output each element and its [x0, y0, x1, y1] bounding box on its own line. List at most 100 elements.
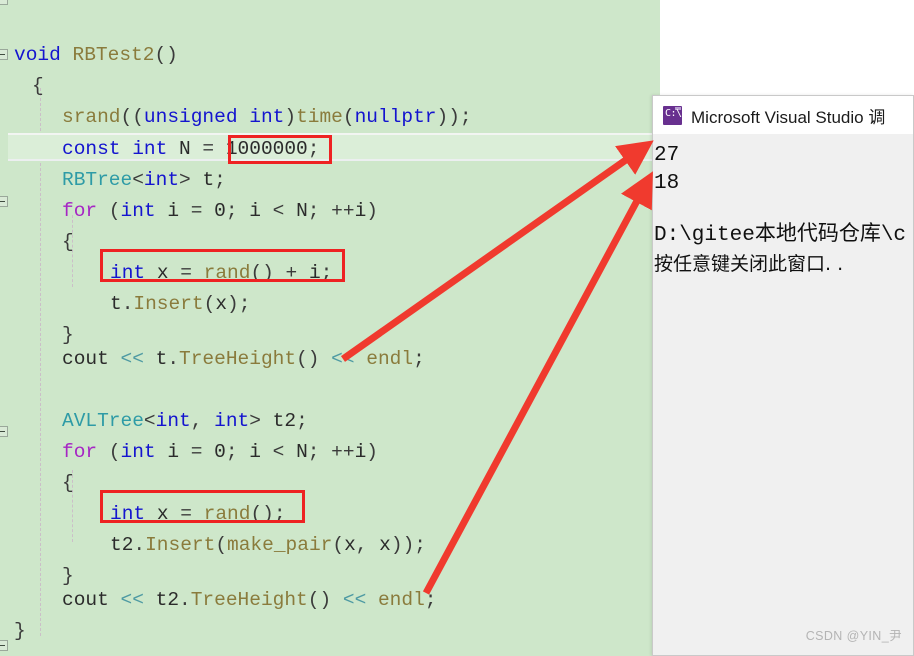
shift-operator: <<	[120, 348, 144, 370]
punct: (	[203, 293, 216, 315]
brace-glyph: }	[14, 620, 26, 642]
angle-close: >	[249, 410, 261, 432]
punct: ));	[436, 106, 472, 128]
keyword-int: int	[143, 169, 180, 191]
keyword-for: for	[62, 200, 98, 222]
punct: ;	[225, 200, 250, 222]
punct: (	[332, 534, 345, 556]
console-output-area[interactable]: 27 18 D:\gitee本地代码仓库\c 按任意键关闭此窗口. .	[653, 134, 913, 655]
csdn-watermark: CSDN @YIN_尹	[805, 629, 902, 643]
semicolon: ;	[307, 138, 320, 160]
variable-i: i	[354, 200, 367, 222]
code-text[interactable]: } void RBTest2() { srand((unsigned int)t…	[0, 0, 660, 656]
keyword-int: int	[110, 262, 146, 284]
console-titlebar[interactable]: C:\ Microsoft Visual Studio 调	[653, 96, 913, 134]
rand-call: rand	[203, 262, 251, 284]
console-output-press-key: 按任意键关闭此窗口. .	[654, 253, 844, 275]
angle-close: >	[179, 169, 191, 191]
brace-glyph: {	[62, 472, 74, 494]
variable-x: x	[156, 503, 169, 525]
punct: ((	[120, 106, 144, 128]
angle-open: <	[132, 169, 144, 191]
punct: )	[366, 441, 378, 463]
code-line-rbtree-decl: RBTree<int> t;	[62, 165, 226, 197]
assign-operator: =	[179, 441, 215, 463]
variable-t: t	[155, 348, 168, 370]
comma: ,	[190, 410, 215, 432]
insert-call: Insert	[133, 293, 204, 315]
make-pair-call: make_pair	[227, 534, 333, 556]
semicolon: ;	[424, 589, 437, 611]
parens: ()	[154, 44, 178, 66]
console-window[interactable]: C:\ Microsoft Visual Studio 调 27 18 D:\g…	[652, 95, 914, 656]
cout-stream: cout	[62, 589, 109, 611]
punct: ()	[296, 348, 332, 370]
function-name: RBTest2	[72, 44, 155, 66]
cout-stream: cout	[62, 348, 109, 370]
variable-N: N	[296, 441, 308, 463]
dot: .	[167, 348, 180, 370]
variable-x: x	[379, 534, 391, 556]
code-editor[interactable]: } void RBTest2() { srand((unsigned int)t…	[0, 0, 660, 656]
variable-i: i	[167, 200, 180, 222]
console-output-avltree-height: 18	[654, 172, 680, 195]
code-line-cout-t2: cout << t2.TreeHeight() << endl;	[62, 585, 437, 617]
variable-i: i	[249, 200, 261, 222]
keyword-int: int	[120, 441, 156, 463]
brace-glyph: }	[62, 324, 74, 346]
type-avltree: AVLTree	[62, 410, 144, 432]
code-line-function-close-brace: }	[14, 616, 26, 648]
punct: (	[342, 106, 355, 128]
comma: ,	[355, 534, 380, 556]
code-line-open-brace: {	[62, 227, 74, 259]
variable-i: i	[167, 441, 180, 463]
console-output-rbtree-height: 27	[654, 144, 680, 167]
endl-token: endl	[366, 348, 414, 370]
punct: )	[284, 106, 297, 128]
code-line-cout-t: cout << t.TreeHeight() << endl;	[62, 344, 425, 376]
keyword-int: int	[110, 503, 146, 525]
semicolon: ;	[296, 410, 308, 432]
keyword-for: for	[62, 441, 98, 463]
time-call: time	[296, 106, 343, 128]
keyword-int: int	[249, 106, 285, 128]
punct: ;	[225, 441, 250, 463]
keyword-const: const	[62, 138, 121, 160]
console-window-title: Microsoft Visual Studio 调	[691, 107, 886, 127]
variable-t2: t2	[110, 534, 134, 556]
type-rbtree: RBTree	[62, 169, 133, 191]
shift-operator: <<	[120, 589, 144, 611]
variable-i: i	[308, 262, 321, 284]
less-than: <	[260, 441, 297, 463]
code-line-t-insert: t.Insert(x);	[110, 289, 250, 321]
variable-t: t	[110, 293, 122, 315]
brace-glyph: {	[62, 231, 74, 253]
punct: );	[227, 293, 251, 315]
value-1000000: 1000000	[225, 138, 308, 160]
variable-x: x	[344, 534, 356, 556]
insert-call: Insert	[145, 534, 216, 556]
punct: ));	[390, 534, 426, 556]
keyword-int: int	[214, 410, 250, 432]
srand-call: srand	[62, 106, 121, 128]
semicolon: ;	[413, 348, 425, 370]
treeheight-call: TreeHeight	[190, 589, 308, 611]
code-line-for-2: for (int i = 0; i < N; ++i)	[62, 437, 378, 469]
punct: () +	[250, 262, 309, 284]
code-line-const-n: const int N = 1000000;	[62, 134, 319, 166]
less-than: <	[260, 200, 297, 222]
punct: (	[215, 534, 228, 556]
keyword-nullptr: nullptr	[354, 106, 437, 128]
treeheight-call: TreeHeight	[179, 348, 297, 370]
brace-glyph: {	[32, 75, 44, 97]
console-output-exit-path: D:\gitee本地代码仓库\c	[654, 224, 907, 247]
